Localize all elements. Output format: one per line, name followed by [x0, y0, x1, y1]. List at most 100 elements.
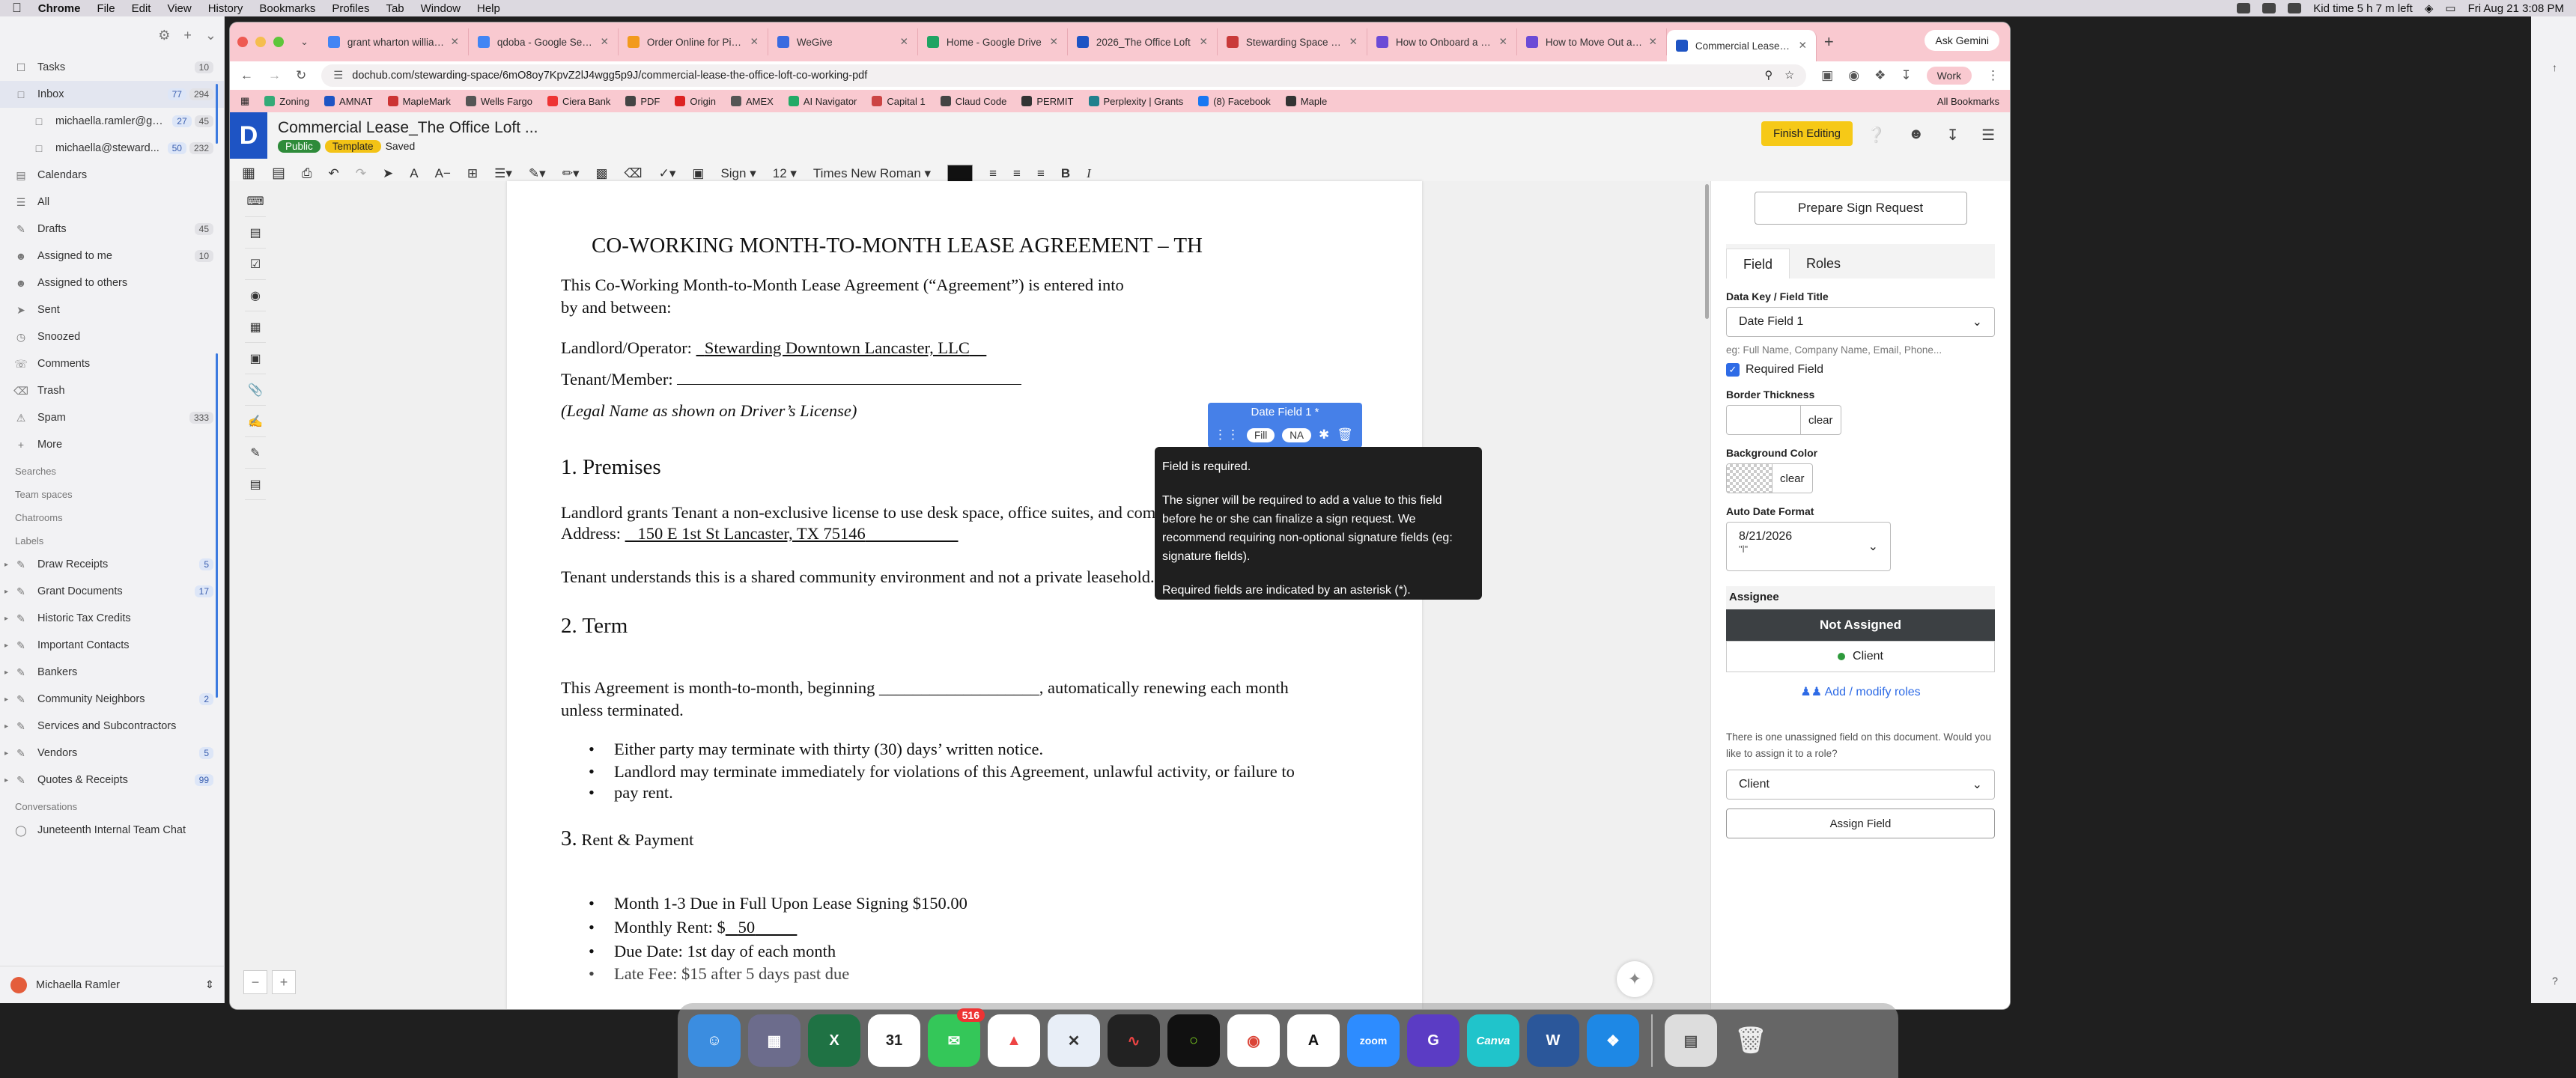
date-field-title[interactable]: Date Field 1 * — [1208, 403, 1362, 422]
align-left-icon[interactable]: ≡ — [989, 166, 997, 181]
clickup-icon[interactable]: ▲ — [988, 1014, 1040, 1067]
textbox-icon[interactable]: ▤ — [245, 227, 266, 249]
section-header[interactable]: Chatrooms — [0, 505, 224, 528]
auto-date-format-select[interactable]: 8/21/2026 "l" ⌄ — [1726, 522, 1891, 571]
reload-icon[interactable]: ↻ — [296, 68, 306, 83]
label-item[interactable]: ▸ ✎ Bankers — [0, 659, 224, 686]
caret-icon[interactable]: ▸ — [4, 776, 8, 785]
date-field-icon[interactable]: ▤ — [245, 478, 266, 500]
tab-field[interactable]: Field — [1726, 249, 1790, 278]
green-ring-app-icon[interactable]: ○ — [1167, 1014, 1220, 1067]
drag-handle-icon[interactable]: ⋮⋮ — [1214, 427, 1239, 442]
sidebar-item[interactable]: ⌫ Trash — [0, 377, 224, 404]
landlord-value[interactable]: Stewarding Downtown Lancaster, LLC — [696, 338, 987, 357]
public-badge[interactable]: Public — [278, 139, 321, 153]
grid-icon[interactable]: ▦ — [242, 165, 255, 182]
not-assigned-option[interactable]: Not Assigned — [1726, 609, 1995, 641]
pointer-icon[interactable]: ➤ — [383, 166, 393, 181]
url-field[interactable]: ☰ dochub.com/stewarding-space/6mO8oy7Kpv… — [321, 64, 1807, 87]
menu-window[interactable]: Window — [421, 2, 461, 15]
browser-tab[interactable]: 2026_The Office Loft ✕ — [1068, 28, 1218, 55]
finder-icon[interactable]: ☺ — [688, 1014, 741, 1067]
required-asterisk-icon[interactable]: ✱ — [1319, 427, 1329, 442]
caret-icon[interactable]: ▸ — [4, 588, 8, 596]
download-icon[interactable]: ↧ — [1901, 68, 1911, 83]
kid-time-status[interactable]: Kid time 5 h 7 m left — [2313, 2, 2413, 15]
browser-tab[interactable]: qdoba - Google Search ✕ — [469, 28, 619, 55]
label-item[interactable]: ▸ ✎ Historic Tax Credits — [0, 605, 224, 632]
address-value[interactable]: 150 E 1st St Lancaster, TX 75146 — [625, 524, 959, 543]
bold-icon[interactable]: B — [1061, 166, 1070, 181]
sign-dropdown[interactable]: Sign ▾ — [720, 166, 756, 181]
caret-icon[interactable]: ▸ — [4, 615, 8, 623]
help-icon[interactable]: ? — [2552, 975, 2558, 987]
font-family-dropdown[interactable]: Times New Roman ▾ — [813, 166, 931, 181]
label-item[interactable]: ▸ ✎ Important Contacts — [0, 632, 224, 659]
canva-icon[interactable]: Canva — [1467, 1014, 1519, 1067]
document-icon[interactable]: ▤ — [1665, 1014, 1717, 1067]
label-item[interactable]: ▸ ✎ Services and Subcontractors — [0, 713, 224, 740]
client-option[interactable]: Client — [1726, 641, 1995, 672]
bookmark-item[interactable]: AMNAT — [324, 96, 373, 107]
border-clear-button[interactable]: clear — [1801, 405, 1841, 435]
bookmark-item[interactable]: Wells Fargo — [465, 96, 532, 107]
bookmark-item[interactable]: PERMIT — [1021, 96, 1074, 107]
menu-edit[interactable]: Edit — [132, 2, 151, 15]
add-icon[interactable]: + — [183, 28, 192, 43]
signature-icon[interactable]: ✍ — [245, 415, 266, 437]
menu-icon[interactable]: ☰ — [1981, 126, 1995, 144]
extensions-puzzle-icon[interactable]: ❖ — [1874, 68, 1886, 83]
font-size-dropdown[interactable]: 12 ▾ — [773, 166, 797, 181]
label-item[interactable]: ▸ ✎ Draw Receipts 5 — [0, 551, 224, 578]
zoom-in-button[interactable]: + — [272, 970, 296, 994]
background-color-swatch[interactable] — [1726, 463, 1772, 493]
role-select[interactable]: Client ⌄ — [1726, 770, 1995, 800]
sidebar-item[interactable]: ☏ Comments — [0, 350, 224, 377]
profile-button[interactable]: Work — [1926, 67, 1972, 85]
bookmark-item[interactable]: MapleMark — [387, 96, 451, 107]
new-tab-icon[interactable]: + — [1824, 32, 1834, 52]
bookmark-item[interactable]: Ciera Bank — [547, 96, 610, 107]
bookmark-item[interactable]: Zoning — [264, 96, 309, 107]
extension-icon[interactable]: ▣ — [1821, 68, 1833, 83]
radio-icon[interactable]: ◉ — [245, 290, 266, 311]
sidebar-item[interactable]: □ Inbox 77 294 — [0, 81, 224, 108]
browser-tab[interactable]: Stewarding Space — S ✕ — [1218, 28, 1367, 55]
menu-view[interactable]: View — [167, 2, 191, 15]
sidebar-item[interactable]: ☰ All — [0, 189, 224, 216]
monthly-rent-value[interactable]: 50 — [726, 918, 798, 937]
star-icon[interactable]: ☆ — [1784, 70, 1794, 82]
sidebar-item[interactable]: ⚠ Spam 333 — [0, 404, 224, 431]
tab-search-icon[interactable]: ⌄ — [300, 36, 309, 48]
caret-icon[interactable]: ▸ — [4, 695, 8, 704]
browser-tab[interactable]: Commercial Lease_The ✕ — [1666, 30, 1817, 61]
eraser-icon[interactable]: ⌫ — [625, 166, 643, 181]
prepare-sign-request-button[interactable]: Prepare Sign Request — [1754, 192, 1967, 225]
bookmark-item[interactable]: Origin — [675, 96, 716, 107]
datetime[interactable]: Fri Aug 21 3:08 PM — [2468, 2, 2564, 15]
minimize-window-button[interactable] — [255, 37, 266, 47]
close-tab-icon[interactable]: ✕ — [601, 36, 609, 48]
sidebar-item[interactable]: ☐ Tasks 10 — [0, 54, 224, 81]
status-icon[interactable] — [2288, 3, 2302, 13]
date-field-widget[interactable]: Date Field 1 * ⋮⋮ Fill NA ✱ 🗑 — [1208, 403, 1362, 448]
site-info-icon[interactable]: ☰ — [333, 70, 343, 82]
bookmark-item[interactable]: (8) Facebook — [1198, 96, 1271, 107]
launchpad-icon[interactable]: ▦ — [748, 1014, 801, 1067]
status-icon[interactable] — [2237, 3, 2251, 13]
wifi-icon[interactable]: ◈ — [2425, 1, 2434, 15]
extension-icon[interactable]: ◉ — [1848, 68, 1859, 83]
close-tab-icon[interactable]: ✕ — [750, 36, 759, 48]
battery-icon[interactable]: ▭ — [2445, 1, 2455, 15]
ask-gemini-button[interactable]: Ask Gemini — [1925, 30, 1999, 51]
chrome-icon[interactable]: ◉ — [1227, 1014, 1280, 1067]
data-key-select[interactable]: Date Field 1 ⌄ — [1726, 307, 1995, 337]
sidebar-item[interactable]: ◷ Snoozed — [0, 323, 224, 350]
zoom-out-button[interactable]: − — [243, 970, 267, 994]
italic-icon[interactable]: I — [1087, 166, 1091, 181]
menu-tab[interactable]: Tab — [386, 2, 404, 15]
template-badge[interactable]: Template — [324, 139, 381, 153]
panel-icon[interactable]: ▤ — [272, 165, 285, 182]
sidebar-item[interactable]: + More — [0, 431, 224, 458]
sidebar-item[interactable]: ☻ Assigned to others — [0, 270, 224, 296]
